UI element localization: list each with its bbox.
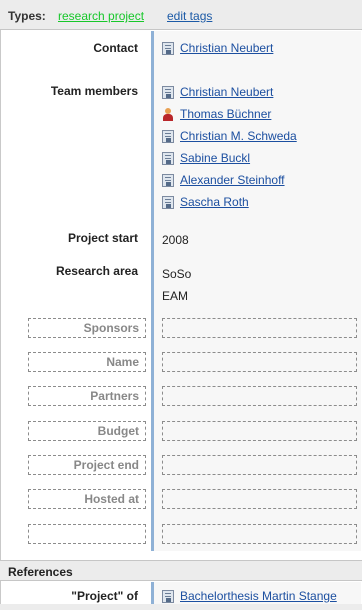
project-end-field[interactable] xyxy=(162,455,357,475)
team-member-link[interactable]: Sabine Buckl xyxy=(180,151,250,165)
hosted-at-label: Hosted at xyxy=(28,489,146,509)
person-card-icon xyxy=(162,151,174,165)
type-tag-link[interactable]: research project xyxy=(58,9,144,23)
name-field[interactable] xyxy=(162,352,357,372)
contact-label: Contact xyxy=(93,41,138,55)
team-member-link[interactable]: Christian M. Schweda xyxy=(180,129,297,143)
references-title: References xyxy=(8,565,73,579)
person-card-icon xyxy=(162,41,174,55)
team-member[interactable]: Christian Neubert xyxy=(162,85,273,99)
team-member-link[interactable]: Thomas Büchner xyxy=(180,107,271,121)
contact-person[interactable]: Christian Neubert xyxy=(162,41,273,55)
contact-link[interactable]: Christian Neubert xyxy=(180,41,273,55)
partners-label: Partners xyxy=(28,386,146,406)
research-area-label: Research area xyxy=(55,264,138,278)
team-member[interactable]: Sascha Roth xyxy=(162,195,249,209)
project-end-label: Project end xyxy=(28,455,146,475)
user-icon xyxy=(162,107,174,121)
types-bar: Types: research project edit tags xyxy=(0,0,362,30)
budget-field[interactable] xyxy=(162,421,357,441)
reference-item[interactable]: Bachelorthesis Martin Stange xyxy=(162,589,337,603)
name-label: Name xyxy=(28,352,146,372)
team-members-label: Team members xyxy=(50,84,138,98)
reference-link[interactable]: Bachelorthesis Martin Stange xyxy=(180,589,337,603)
person-card-icon xyxy=(162,195,174,209)
person-card-icon xyxy=(162,85,174,99)
team-member[interactable]: Thomas Büchner xyxy=(162,107,271,121)
team-member[interactable]: Christian M. Schweda xyxy=(162,129,297,143)
person-card-icon xyxy=(162,173,174,187)
sponsors-label: Sponsors xyxy=(28,318,146,338)
person-card-icon xyxy=(162,129,174,143)
team-member[interactable]: Sabine Buckl xyxy=(162,151,250,165)
research-area-value: SoSo xyxy=(162,267,192,281)
project-start-value: 2008 xyxy=(162,233,189,247)
edit-tags-link[interactable]: edit tags xyxy=(167,9,212,23)
partners-field[interactable] xyxy=(162,386,357,406)
document-card-icon xyxy=(162,589,174,603)
references-section-header: References xyxy=(0,560,362,581)
new-attribute-field[interactable] xyxy=(162,524,357,544)
team-member-link[interactable]: Alexander Steinhoff xyxy=(180,173,285,187)
new-attribute-label[interactable] xyxy=(28,524,146,544)
team-member[interactable]: Alexander Steinhoff xyxy=(162,173,285,187)
types-label: Types: xyxy=(8,9,46,23)
budget-label: Budget xyxy=(28,421,146,441)
team-member-link[interactable]: Christian Neubert xyxy=(180,85,273,99)
hosted-at-field[interactable] xyxy=(162,489,357,509)
project-start-label: Project start xyxy=(67,231,138,245)
research-area-value: EAM xyxy=(162,289,189,303)
sponsors-field[interactable] xyxy=(162,318,357,338)
bottom-bar xyxy=(0,604,362,610)
team-member-link[interactable]: Sascha Roth xyxy=(180,195,249,209)
reference-label: "Project" of xyxy=(71,589,138,603)
